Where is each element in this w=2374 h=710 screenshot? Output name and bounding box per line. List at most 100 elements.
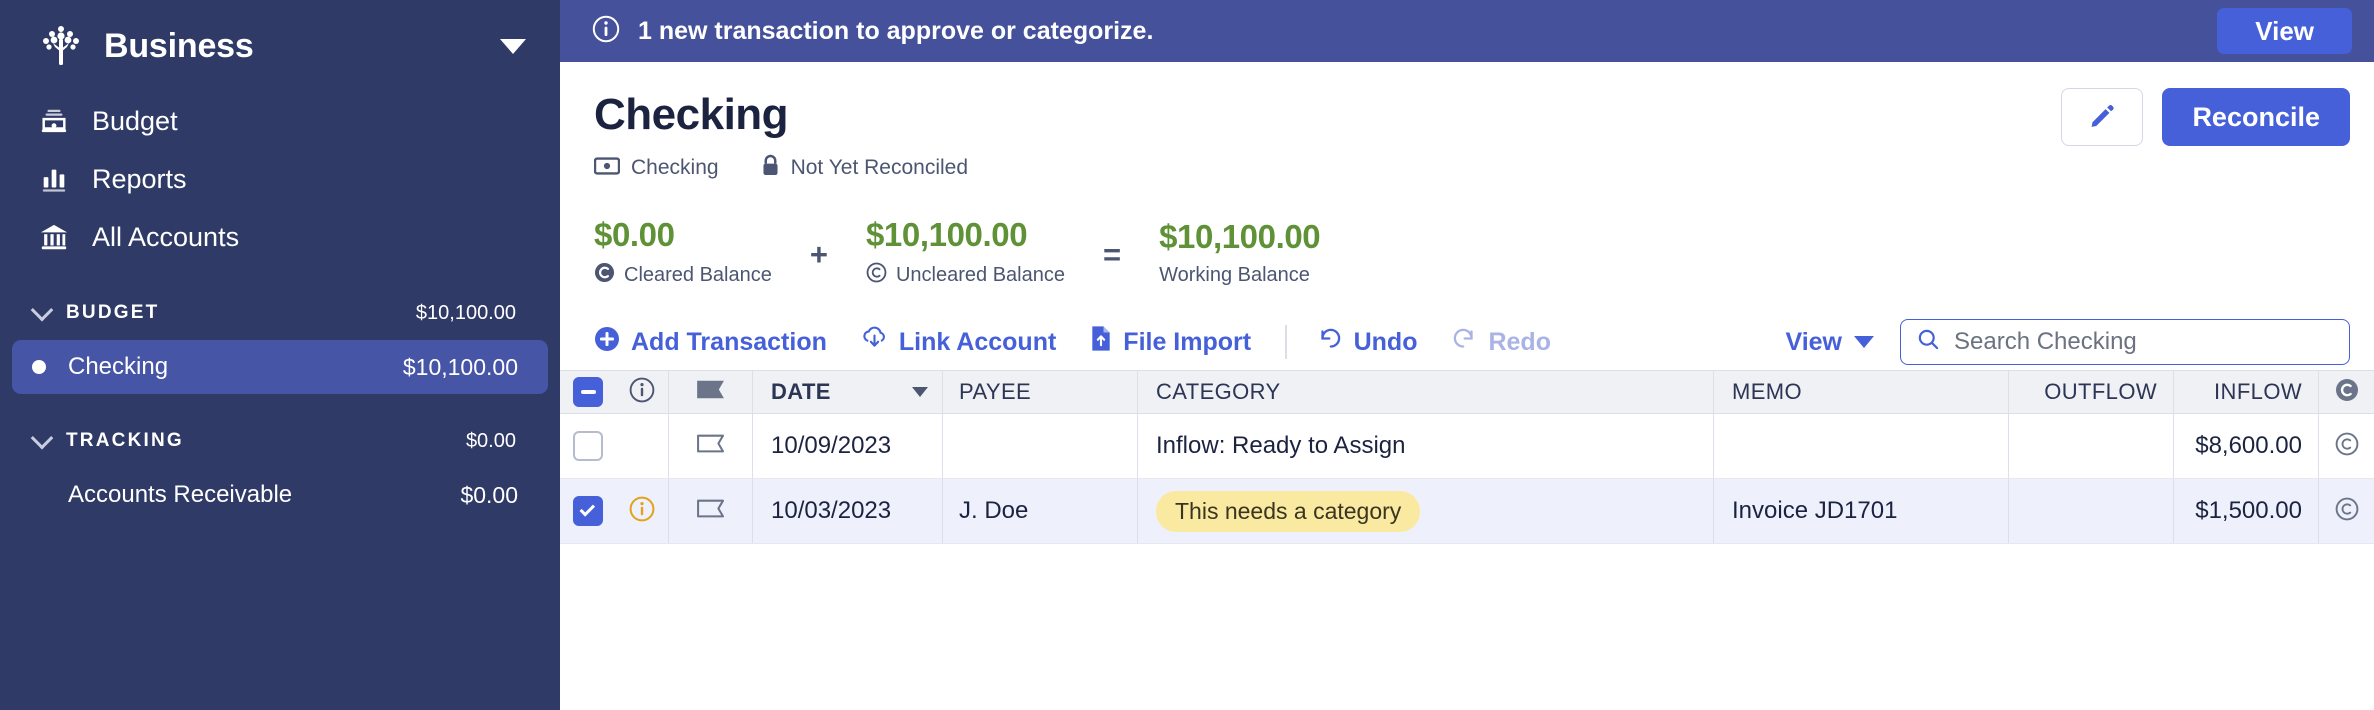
reconcile-status: Not Yet Reconciled xyxy=(790,156,969,179)
view-label: View xyxy=(1785,327,1842,356)
plus-operator: + xyxy=(809,237,828,272)
row-cleared-cell[interactable] xyxy=(2318,479,2374,543)
edit-account-button[interactable] xyxy=(2061,88,2144,146)
flag-outline-icon xyxy=(695,432,727,461)
row-inflow: $8,600.00 xyxy=(2195,432,2302,459)
row-inflow-cell[interactable]: $1,500.00 xyxy=(2173,479,2318,543)
sidebar-group-tracking[interactable]: TRACKING $0.00 xyxy=(0,416,560,466)
sidebar-item-reports[interactable]: Reports xyxy=(0,150,560,208)
header-date-label: DATE xyxy=(771,379,831,404)
uncleared-balance-amount: $10,100.00 xyxy=(865,216,1028,253)
row-flag-cell[interactable] xyxy=(668,479,752,543)
sidebar-item-all-accounts[interactable]: All Accounts xyxy=(0,208,560,266)
row-date-cell[interactable]: 10/09/2023 xyxy=(752,414,942,478)
row-payee-cell[interactable] xyxy=(942,414,1137,478)
row-alert-cell[interactable] xyxy=(616,496,668,527)
header-category-label: CATEGORY xyxy=(1156,379,1281,404)
link-account-button[interactable]: Link Account xyxy=(861,326,1056,358)
file-import-button[interactable]: File Import xyxy=(1090,325,1251,359)
row-date-cell[interactable]: 10/03/2023 xyxy=(752,479,942,543)
flag-filled-icon xyxy=(695,378,727,407)
working-balance-block: $10,100.00 Working Balance xyxy=(1159,217,1321,287)
bar-chart-icon xyxy=(38,163,70,195)
undo-button[interactable]: Undo xyxy=(1317,326,1417,359)
redo-label: Redo xyxy=(1488,327,1551,356)
row-memo-cell[interactable]: Invoice JD1701 xyxy=(1713,479,2008,543)
header-outflow-cell[interactable]: OUTFLOW xyxy=(2008,371,2173,413)
category-needed-chip[interactable]: This needs a category xyxy=(1156,490,1421,532)
add-transaction-button[interactable]: Add Transaction xyxy=(594,326,827,359)
redo-button: Redo xyxy=(1451,326,1551,359)
main-content: 1 new transaction to approve or categori… xyxy=(560,0,2374,710)
reconcile-button[interactable]: Reconcile xyxy=(2162,88,2350,146)
account-subtitle: Checking Not Yet Reconciled xyxy=(593,154,2350,182)
sidebar-item-budget[interactable]: Budget xyxy=(0,92,560,150)
cleared-outline-icon xyxy=(866,262,887,288)
table-row[interactable]: 10/09/2023 Inflow: Ready to Assign $8,60… xyxy=(560,414,2374,479)
header-memo-cell[interactable]: MEMO xyxy=(1713,371,2008,413)
sidebar-item-label: Budget xyxy=(92,105,178,136)
tree-logo-icon xyxy=(38,23,84,69)
header-payee-cell[interactable]: PAYEE xyxy=(942,371,1137,413)
search-input[interactable] xyxy=(1954,328,2333,356)
header-date-cell[interactable]: DATE xyxy=(752,371,942,413)
link-account-label: Link Account xyxy=(898,327,1057,356)
chevron-down-icon[interactable] xyxy=(500,38,526,54)
row-memo: Invoice JD1701 xyxy=(1732,497,1898,524)
table-header-row: DATE PAYEE CATEGORY MEMO OUTFLOW INFLOW xyxy=(560,370,2374,414)
cleared-outline-icon xyxy=(2335,497,2359,526)
sidebar-group-title: TRACKING xyxy=(66,430,184,451)
app-root: Business Budget Reports All Accounts BUD… xyxy=(0,0,2374,710)
header-category-cell[interactable]: CATEGORY xyxy=(1137,371,1713,413)
row-select-cell[interactable] xyxy=(560,431,616,461)
header-flag-cell[interactable] xyxy=(668,371,752,413)
sort-caret-down-icon[interactable] xyxy=(912,387,928,397)
row-outflow-cell[interactable] xyxy=(2008,479,2173,543)
plus-circle-icon xyxy=(594,326,620,359)
warning-info-icon xyxy=(629,496,655,527)
balances-row: $0.00 Cleared Balance + $10,100.00 Uncle… xyxy=(560,182,2374,288)
select-all-checkbox[interactable] xyxy=(573,377,603,407)
table-row[interactable]: 10/03/2023 J. Doe This needs a category … xyxy=(560,479,2374,544)
cleared-balance-label: Cleared Balance xyxy=(624,263,772,286)
uncleared-balance-block: $10,100.00 Uncleared Balance xyxy=(866,216,1065,288)
header-inflow-cell[interactable]: INFLOW xyxy=(2173,371,2318,413)
row-payee-cell[interactable]: J. Doe xyxy=(942,479,1137,543)
sidebar: Business Budget Reports All Accounts BUD… xyxy=(0,0,560,710)
header-actions: Reconcile xyxy=(2061,88,2350,146)
view-notification-button[interactable]: View xyxy=(2217,8,2352,54)
transactions-toolbar: Add Transaction Link Account File Import… xyxy=(560,314,2374,370)
search-icon xyxy=(1917,328,1940,356)
row-outflow-cell[interactable] xyxy=(2008,414,2173,478)
working-balance-label: Working Balance xyxy=(1159,263,1310,286)
row-select-cell[interactable] xyxy=(560,496,616,526)
working-balance-amount: $10,100.00 xyxy=(1159,217,1321,255)
row-checkbox[interactable] xyxy=(573,431,603,461)
sidebar-group-budget[interactable]: BUDGET $10,100.00 xyxy=(0,288,560,338)
sidebar-item-checking[interactable]: Checking $10,100.00 xyxy=(12,340,548,394)
row-inflow-cell[interactable]: $8,600.00 xyxy=(2173,414,2318,478)
sidebar-group-title: BUDGET xyxy=(66,302,160,323)
search-box[interactable] xyxy=(1900,319,2350,365)
row-flag-cell[interactable] xyxy=(668,414,752,478)
header-cleared-cell[interactable] xyxy=(2318,371,2374,413)
row-cleared-cell[interactable] xyxy=(2318,414,2374,478)
file-upload-icon xyxy=(1090,325,1112,359)
row-date: 10/03/2023 xyxy=(771,497,892,524)
uncleared-balance-label: Uncleared Balance xyxy=(895,263,1065,286)
sidebar-item-accounts-receivable[interactable]: Accounts Receivable $0.00 xyxy=(12,468,548,522)
header-info-cell xyxy=(616,377,668,408)
budget-switcher[interactable]: Business xyxy=(0,0,560,92)
row-category: Inflow: Ready to Assign xyxy=(1156,432,1406,459)
redo-arrow-icon xyxy=(1451,326,1477,359)
cloud-download-icon xyxy=(861,326,888,358)
row-checkbox[interactable] xyxy=(573,496,603,526)
lock-icon xyxy=(761,154,780,182)
row-category-cell[interactable]: Inflow: Ready to Assign xyxy=(1137,414,1713,478)
view-options-button[interactable]: View xyxy=(1785,328,1874,357)
row-memo-cell[interactable] xyxy=(1713,414,2008,478)
flag-outline-icon xyxy=(695,497,727,526)
sidebar-item-label: All Accounts xyxy=(92,221,240,252)
select-all-cell[interactable] xyxy=(560,377,616,407)
row-category-cell[interactable]: This needs a category xyxy=(1137,479,1713,543)
